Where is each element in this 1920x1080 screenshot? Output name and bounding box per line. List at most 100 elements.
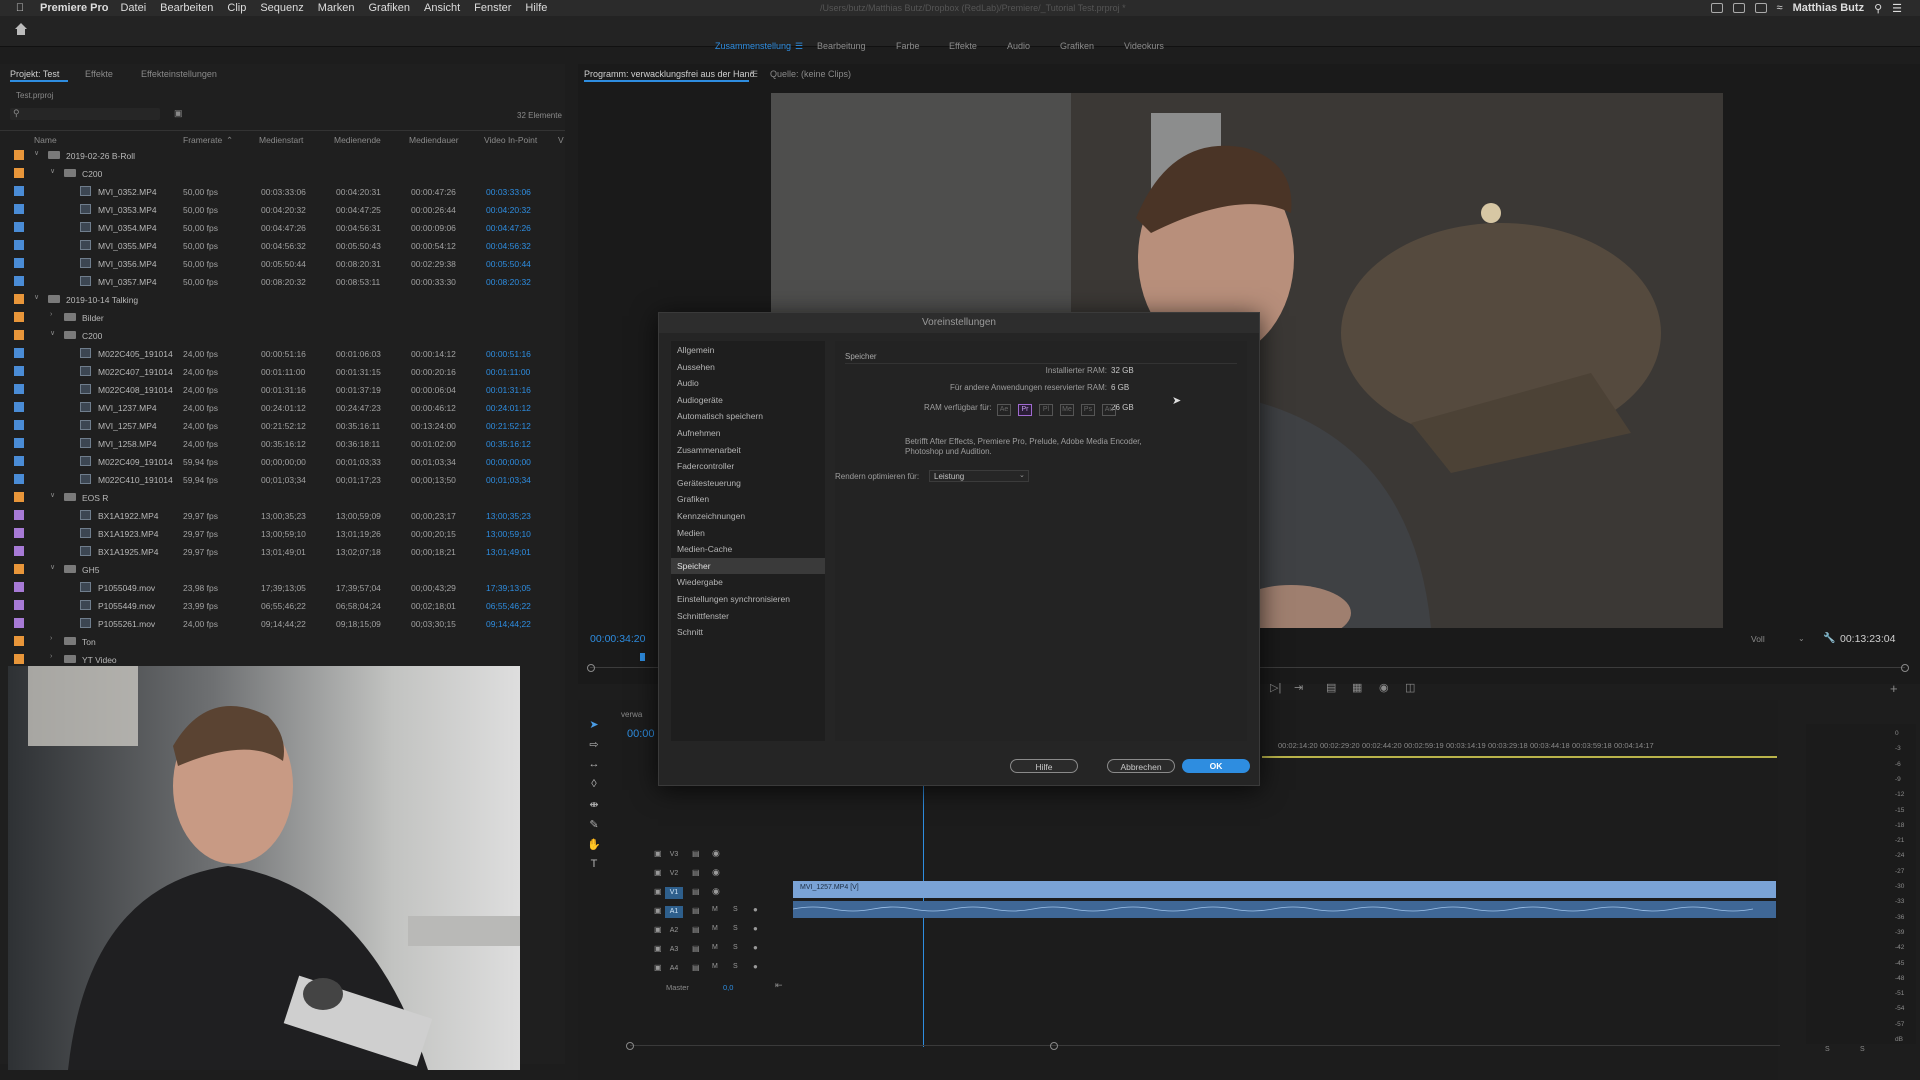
app-pl-icon[interactable]: Pl (1039, 404, 1053, 416)
workspace-bearbeitung[interactable]: Bearbeitung (817, 41, 866, 51)
clip-in-point[interactable]: 00:01:31:16 (486, 385, 531, 395)
go-to-end-icon[interactable]: ⇤ (775, 980, 783, 991)
clip-in-point[interactable]: 00:04:56:32 (486, 241, 531, 251)
workspace-audio[interactable]: Audio (1007, 41, 1030, 51)
workspace-menu-icon[interactable]: ☰ (795, 41, 803, 52)
dropbox-icon[interactable] (1732, 3, 1745, 13)
lock-icon[interactable]: ▣ (654, 868, 662, 877)
tab-programm[interactable]: Programm: verwacklungsfrei aus der Hand (584, 69, 755, 79)
tab-projekt[interactable]: Projekt: Test (10, 69, 59, 79)
folder-row[interactable]: ∨ EOS R (0, 489, 565, 507)
mute-icon[interactable]: M (712, 906, 718, 913)
sync-icon[interactable]: ▤ (692, 963, 700, 972)
pref-nav-item[interactable]: Automatisch speichern (671, 408, 825, 424)
color-label-swatch[interactable] (14, 546, 24, 556)
clip-row[interactable]: BX1A1923.MP4 29,97 fps 13;00;59;10 13;01;19… (0, 525, 565, 543)
program-menu-icon[interactable]: ☰ (750, 69, 758, 80)
chevron-right-icon[interactable]: › (50, 311, 52, 318)
pref-nav-item[interactable]: Wiedergabe (671, 574, 825, 590)
clip-in-point[interactable]: 00:05:50:44 (486, 259, 531, 269)
pref-nav-item[interactable]: Kennzeichnungen (671, 508, 825, 524)
apple-icon[interactable]:  (12, 2, 28, 14)
track-label[interactable]: A4 (665, 963, 683, 975)
lock-icon[interactable]: ▣ (654, 906, 662, 915)
go-to-out-icon[interactable]: ⇥ (1294, 681, 1303, 694)
clip-in-point[interactable]: 00:24:01:12 (486, 403, 531, 413)
home-icon[interactable] (14, 22, 28, 36)
col-v[interactable]: V (558, 135, 564, 145)
clip-row[interactable]: MVI_0352.MP4 50,00 fps 00:03:33:06 00:04:20… (0, 183, 565, 201)
pref-nav-item[interactable]: Grafiken (671, 491, 825, 507)
add-button-icon[interactable]: + (1890, 681, 1898, 696)
menu-bearbeiten[interactable]: Bearbeiten (160, 2, 213, 14)
clip-row[interactable]: M022C410_191014 59,94 fps 00;01;03;34 00;01… (0, 471, 565, 489)
color-label-swatch[interactable] (14, 330, 24, 340)
color-label-swatch[interactable] (14, 222, 24, 232)
col-mediendauer[interactable]: Mediendauer (409, 135, 459, 145)
clip-row[interactable]: MVI_0354.MP4 50,00 fps 00:04:47:26 00:04:56… (0, 219, 565, 237)
ok-button[interactable]: OK (1182, 759, 1250, 773)
clip-row[interactable]: P1055049.mov 23,98 fps 17;39;13;05 17;39;57… (0, 579, 565, 597)
clip-in-point[interactable]: 00;00;00;00 (486, 457, 531, 467)
chevron-down-icon[interactable]: ∨ (50, 329, 55, 337)
user-name[interactable]: Matthias Butz (1793, 2, 1865, 14)
mute-icon[interactable]: M (712, 944, 718, 951)
clip-row[interactable]: M022C405_191014 24,00 fps 00:00:51:16 00:01… (0, 345, 565, 363)
app-me-icon[interactable]: Me (1060, 404, 1074, 416)
folder-row[interactable]: › Bilder (0, 309, 565, 327)
solo-icon[interactable]: S (733, 906, 738, 913)
reserved-ram-value[interactable]: 6 GB (1111, 383, 1129, 392)
master-value[interactable]: 0,0 (723, 983, 733, 992)
clip-row[interactable]: MVI_1237.MP4 24,00 fps 00:24:01:12 00:24:47… (0, 399, 565, 417)
folder-row[interactable]: ∨ C200 (0, 327, 565, 345)
chevron-down-icon[interactable]: ∨ (50, 491, 55, 499)
mute-icon[interactable]: M (712, 925, 718, 932)
lock-icon[interactable]: ▣ (654, 963, 662, 972)
slip-tool-icon[interactable]: ⇼ (587, 798, 601, 812)
clip-row[interactable]: MVI_0356.MP4 50,00 fps 00:05:50:44 00:08:20… (0, 255, 565, 273)
col-framerate[interactable]: Framerate (183, 135, 222, 145)
app-ae-icon[interactable]: Ae (997, 404, 1011, 416)
clip-row[interactable]: MVI_0355.MP4 50,00 fps 00:04:56:32 00:05:50… (0, 237, 565, 255)
col-video-in-point[interactable]: Video In-Point (484, 135, 537, 145)
sync-icon[interactable]: ▤ (692, 944, 700, 953)
color-label-swatch[interactable] (14, 348, 24, 358)
program-timecode[interactable]: 00:00:34:20 (590, 633, 645, 645)
workspace-zusammenstellung[interactable]: Zusammenstellung (715, 41, 791, 51)
track-label[interactable]: V1 (665, 887, 683, 899)
color-label-swatch[interactable] (14, 618, 24, 628)
playhead-marker[interactable] (640, 653, 645, 661)
clip-row[interactable]: MVI_0353.MP4 50,00 fps 00:04:20:32 00:04:47… (0, 201, 565, 219)
render-optimize-select[interactable]: Leistung (929, 470, 1029, 482)
clip-in-point[interactable]: 13;00;35;23 (486, 511, 531, 521)
workspace-grafiken[interactable]: Grafiken (1060, 41, 1094, 51)
menu-clip[interactable]: Clip (227, 2, 246, 14)
sequence-tab[interactable]: verwa (621, 710, 642, 719)
color-label-swatch[interactable] (14, 600, 24, 610)
solo-icon[interactable]: S (733, 963, 738, 970)
sync-icon[interactable]: ▤ (692, 906, 700, 915)
folder-row[interactable]: ∨ C200 (0, 165, 565, 183)
clip-in-point[interactable]: 13;01;49;01 (486, 547, 531, 557)
settings-wrench-icon[interactable]: 🔧 (1823, 633, 1835, 644)
app-ps-icon[interactable]: Ps (1081, 404, 1095, 416)
sync-icon[interactable]: ▤ (692, 925, 700, 934)
sync-icon[interactable]: ▤ (692, 887, 700, 896)
mic-icon[interactable]: ● (753, 943, 758, 952)
pref-nav-item[interactable]: Audio (671, 375, 825, 391)
eye-icon[interactable]: ◉ (712, 848, 720, 859)
color-label-swatch[interactable] (14, 510, 24, 520)
pref-nav-item[interactable]: Schnitt (671, 624, 825, 640)
tab-quelle[interactable]: Quelle: (keine Clips) (770, 69, 851, 79)
color-label-swatch[interactable] (14, 528, 24, 538)
clip-in-point[interactable]: 00:04:20:32 (486, 205, 531, 215)
chevron-down-icon[interactable]: ∨ (50, 167, 55, 175)
pref-nav-item[interactable]: Fadercontroller (671, 458, 825, 474)
new-bin-icon[interactable]: ▣ (174, 108, 183, 119)
clip-row[interactable]: BX1A1922.MP4 29,97 fps 13;00;35;23 13;00;59… (0, 507, 565, 525)
scroll-start-handle[interactable] (626, 1042, 634, 1050)
chevron-right-icon[interactable]: › (50, 653, 52, 660)
sync-icon[interactable]: ▤ (692, 868, 700, 877)
chevron-down-icon[interactable]: ∨ (34, 293, 39, 301)
clip-in-point[interactable]: 13;00;59;10 (486, 529, 531, 539)
